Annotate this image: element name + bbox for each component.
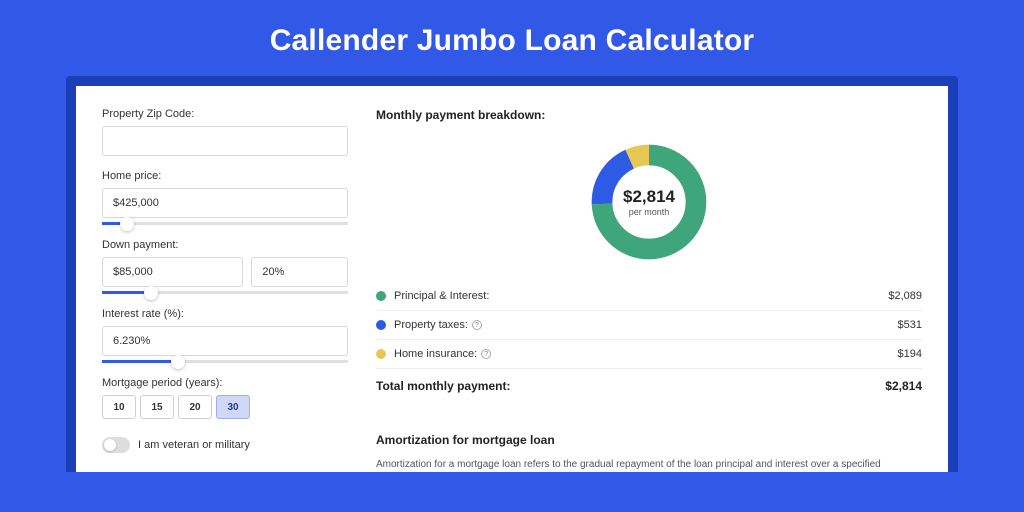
mortgage-period-label: Mortgage period (years): xyxy=(102,377,348,389)
zip-input[interactable] xyxy=(102,126,348,156)
breakdown-column: Monthly payment breakdown: $2,814 per mo… xyxy=(376,108,922,472)
legend-value-ins: $194 xyxy=(898,348,922,360)
calculator-panel-outer: Property Zip Code: Home price: Down paym… xyxy=(66,76,958,472)
period-button-30[interactable]: 30 xyxy=(216,395,250,419)
donut-amount: $2,814 xyxy=(623,187,675,207)
legend-row-tax: Property taxes: ? $531 xyxy=(376,311,922,340)
amortization-title: Amortization for mortgage loan xyxy=(376,433,922,447)
period-button-10[interactable]: 10 xyxy=(102,395,136,419)
down-payment-slider[interactable] xyxy=(102,291,348,294)
period-button-15[interactable]: 15 xyxy=(140,395,174,419)
interest-rate-field-group: Interest rate (%): xyxy=(102,308,348,363)
dot-icon xyxy=(376,291,386,301)
total-row: Total monthly payment: $2,814 xyxy=(376,369,922,403)
interest-rate-input[interactable] xyxy=(102,326,348,356)
home-price-field-group: Home price: xyxy=(102,170,348,225)
calculator-panel: Property Zip Code: Home price: Down paym… xyxy=(76,86,948,472)
donut-sublabel: per month xyxy=(623,207,675,217)
veteran-toggle[interactable] xyxy=(102,437,130,453)
down-payment-pct-input[interactable] xyxy=(251,257,348,287)
home-price-input[interactable] xyxy=(102,188,348,218)
interest-rate-label: Interest rate (%): xyxy=(102,308,348,320)
dot-icon xyxy=(376,349,386,359)
page-title: Callender Jumbo Loan Calculator xyxy=(0,0,1024,76)
legend-row-ins: Home insurance: ? $194 xyxy=(376,340,922,369)
dot-icon xyxy=(376,320,386,330)
inputs-column: Property Zip Code: Home price: Down paym… xyxy=(102,108,348,472)
amortization-section: Amortization for mortgage loan Amortizat… xyxy=(376,419,922,472)
info-icon[interactable]: ? xyxy=(481,349,491,359)
period-button-20[interactable]: 20 xyxy=(178,395,212,419)
veteran-label: I am veteran or military xyxy=(138,439,250,451)
zip-field-group: Property Zip Code: xyxy=(102,108,348,156)
legend-label-pi: Principal & Interest: xyxy=(394,290,888,302)
down-payment-input[interactable] xyxy=(102,257,243,287)
info-icon[interactable]: ? xyxy=(472,320,482,330)
home-price-label: Home price: xyxy=(102,170,348,182)
donut-chart: $2,814 per month xyxy=(587,140,711,264)
legend-value-pi: $2,089 xyxy=(888,290,922,302)
legend-value-tax: $531 xyxy=(898,319,922,331)
legend-row-pi: Principal & Interest: $2,089 xyxy=(376,282,922,311)
breakdown-title: Monthly payment breakdown: xyxy=(376,108,922,122)
legend-label-tax: Property taxes: ? xyxy=(394,319,898,331)
slider-thumb-icon[interactable] xyxy=(120,217,134,231)
down-payment-label: Down payment: xyxy=(102,239,348,251)
mortgage-period-field-group: Mortgage period (years): 10 15 20 30 xyxy=(102,377,348,419)
interest-rate-slider[interactable] xyxy=(102,360,348,363)
amortization-text: Amortization for a mortgage loan refers … xyxy=(376,457,922,472)
total-label: Total monthly payment: xyxy=(376,379,510,393)
home-price-slider[interactable] xyxy=(102,222,348,225)
donut-chart-wrap: $2,814 per month xyxy=(376,132,922,282)
zip-label: Property Zip Code: xyxy=(102,108,348,120)
legend-label-ins: Home insurance: ? xyxy=(394,348,898,360)
veteran-toggle-row: I am veteran or military xyxy=(102,437,348,453)
slider-thumb-icon[interactable] xyxy=(144,286,158,300)
slider-thumb-icon[interactable] xyxy=(171,355,185,369)
down-payment-field-group: Down payment: xyxy=(102,239,348,294)
total-value: $2,814 xyxy=(885,379,922,393)
mortgage-period-buttons: 10 15 20 30 xyxy=(102,395,348,419)
donut-center: $2,814 per month xyxy=(623,187,675,217)
